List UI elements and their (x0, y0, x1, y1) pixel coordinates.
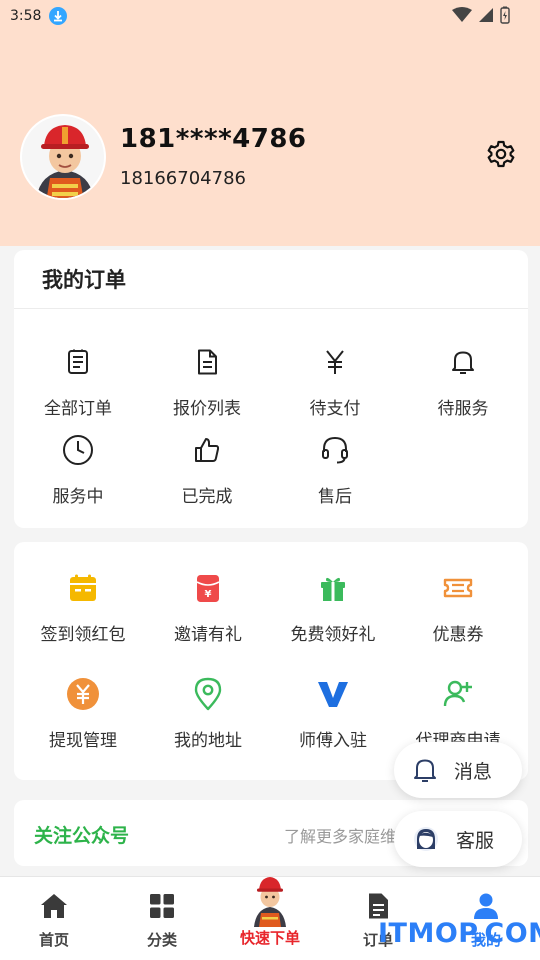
thumbs-up-icon (189, 432, 225, 468)
completed-label: 已完成 (181, 487, 233, 507)
free-gift-button[interactable]: 免费领好礼 (269, 570, 397, 645)
status-bar: 3:58 (0, 0, 540, 32)
calendar-icon (65, 570, 101, 606)
follow-title: 关注公众号 (34, 825, 130, 847)
checkin-red-packet-button[interactable]: 签到领红包 (19, 570, 147, 645)
invite-reward-label: 邀请有礼 (174, 625, 242, 645)
tab-category[interactable]: 分类 (108, 877, 216, 960)
in-service-button[interactable]: 服务中 (14, 432, 142, 507)
svg-text:¥: ¥ (205, 589, 212, 600)
category-grid-icon (150, 894, 174, 918)
customer-service-icon (414, 827, 438, 851)
follow-subtitle: 了解更多家庭维修 (284, 827, 413, 846)
status-icons (452, 6, 510, 24)
invite-reward-button[interactable]: ¥ 邀请有礼 (144, 570, 272, 645)
bell-icon (414, 759, 436, 782)
withdraw-icon (65, 676, 101, 712)
pending-service-label: 待服务 (437, 399, 489, 419)
quote-list-label: 报价列表 (173, 399, 241, 419)
clock-icon (60, 432, 96, 468)
bell-icon (445, 344, 481, 380)
my-address-label: 我的地址 (174, 731, 242, 751)
order-all-label: 全部订单 (44, 399, 112, 419)
completed-button[interactable]: 已完成 (143, 432, 271, 507)
after-sales-button[interactable]: 售后 (271, 432, 399, 507)
my-address-button[interactable]: 我的地址 (144, 676, 272, 751)
avatar[interactable] (20, 114, 106, 200)
v-badge-icon (315, 676, 351, 712)
home-icon (41, 894, 67, 918)
quote-list-button[interactable]: 报价列表 (143, 344, 271, 419)
coupon-label: 优惠券 (432, 625, 484, 645)
pending-payment-button[interactable]: 待支付 (271, 344, 399, 419)
tab-category-label: 分类 (146, 931, 177, 949)
customer-service-float-button[interactable]: 客服 (394, 811, 522, 867)
coupon-icon (440, 570, 476, 606)
coupon-button[interactable]: 优惠券 (394, 570, 522, 645)
customer-service-label: 客服 (456, 829, 495, 852)
status-time: 3:58 (10, 8, 42, 24)
signal-icon (479, 8, 493, 22)
message-label: 消息 (454, 760, 493, 783)
order-doc-icon (369, 893, 388, 919)
gift-icon (315, 570, 351, 606)
mascot-icon (254, 877, 286, 927)
document-icon (189, 344, 225, 380)
my-orders-card: 我的订单 全部订单 报价列表 待支付 待服务 服务中 已完成 售后 (14, 250, 528, 528)
red-envelope-icon: ¥ (190, 570, 226, 606)
user-phone-number: 18166704786 (120, 168, 246, 189)
wifi-icon (452, 7, 472, 22)
battery-icon (500, 6, 510, 24)
free-gift-label: 免费领好礼 (290, 625, 376, 645)
after-sales-label: 售后 (318, 487, 352, 507)
headset-icon (317, 432, 353, 468)
message-float-button[interactable]: 消息 (394, 742, 522, 798)
tab-home[interactable]: 首页 (0, 877, 108, 960)
add-user-icon (440, 676, 476, 712)
user-icon (474, 893, 498, 919)
divider (14, 308, 528, 309)
tab-quick-order-label: 快速下单 (239, 929, 300, 947)
order-all-button[interactable]: 全部订单 (14, 344, 142, 419)
watermark-text: ITMOP.COM (378, 918, 540, 949)
download-icon (49, 7, 68, 25)
location-pin-icon (190, 676, 226, 712)
gear-icon[interactable] (486, 139, 516, 169)
checkin-red-packet-label: 签到领红包 (40, 625, 126, 645)
master-join-button[interactable]: 师傅入驻 (269, 676, 397, 751)
withdraw-management-button[interactable]: 提现管理 (19, 676, 147, 751)
pending-payment-label: 待支付 (309, 399, 361, 419)
pending-service-button[interactable]: 待服务 (399, 344, 527, 419)
agent-application-button[interactable]: 代理商申请 (394, 676, 522, 751)
tab-home-label: 首页 (38, 931, 69, 949)
my-orders-title: 我的订单 (42, 268, 126, 292)
withdraw-management-label: 提现管理 (49, 731, 117, 751)
in-service-label: 服务中 (52, 487, 104, 507)
tab-quick-order[interactable]: 快速下单 (216, 877, 324, 960)
yen-icon (317, 344, 353, 380)
user-display-name: 181****4786 (120, 124, 307, 154)
order-list-icon (60, 344, 96, 380)
master-join-label: 师傅入驻 (299, 731, 367, 751)
